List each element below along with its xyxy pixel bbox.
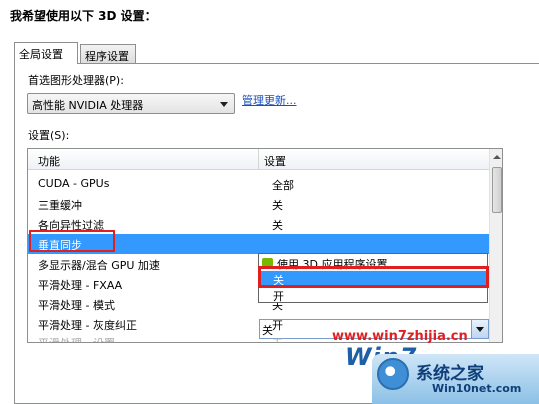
site-badge: 系统之家 Win10net.com	[372, 354, 539, 404]
row-feature: 平滑处理 - 模式	[38, 299, 115, 312]
manage-updates-link[interactable]: 管理更新...	[242, 92, 297, 108]
table-row[interactable]: 三重缓冲 关	[28, 194, 489, 214]
row-feature: 平滑处理 - FXAA	[38, 279, 123, 292]
option-on[interactable]: 开	[259, 287, 487, 303]
highlight-box-off-option	[258, 266, 489, 288]
row-feature: CUDA - GPUs	[38, 177, 110, 190]
preferred-gpu-label: 首选图形处理器(P):	[28, 74, 124, 87]
chevron-down-icon	[220, 102, 228, 107]
column-divider[interactable]	[258, 149, 259, 169]
row-setting: 关	[272, 199, 283, 212]
row-setting: 关	[272, 219, 283, 232]
badge-url: Win10net.com	[432, 382, 522, 395]
settings-label: 设置(S):	[28, 129, 70, 142]
preferred-gpu-value: 高性能 NVIDIA 处理器	[32, 99, 144, 112]
row-feature: 三重缓冲	[38, 199, 82, 212]
badge-title: 系统之家	[416, 364, 484, 384]
row-feature: 多显示器/混合 GPU 加速	[38, 259, 160, 272]
table-row[interactable]: CUDA - GPUs 全部	[28, 174, 489, 194]
chevron-up-icon	[493, 155, 501, 159]
option-label: 开	[273, 290, 284, 303]
row-feature: 平滑处理 - 设置	[38, 335, 115, 342]
tab-global-settings[interactable]: 全局设置	[14, 42, 78, 64]
preferred-gpu-select[interactable]: 高性能 NVIDIA 处理器	[27, 93, 235, 114]
row-feature: 平滑处理 - 灰度纠正	[38, 319, 137, 332]
table-header: 功能 设置	[28, 149, 489, 170]
tab-program-settings[interactable]: 程序设置	[80, 44, 136, 64]
table-scrollbar[interactable]	[489, 149, 502, 342]
column-header-setting[interactable]: 设置	[264, 153, 286, 169]
scroll-thumb[interactable]	[492, 167, 502, 213]
watermark-url: www.win7zhijia.cn	[332, 329, 468, 344]
highlight-box-vsync	[29, 230, 115, 252]
row-setting: 开	[272, 319, 283, 332]
page-heading: 我希望使用以下 3D 设置：	[10, 9, 157, 23]
row-setting: 全部	[272, 179, 294, 192]
row-setting: 无	[272, 335, 283, 342]
globe-icon	[377, 358, 409, 390]
column-header-feature[interactable]: 功能	[38, 153, 60, 169]
scroll-up-button[interactable]	[490, 149, 502, 165]
